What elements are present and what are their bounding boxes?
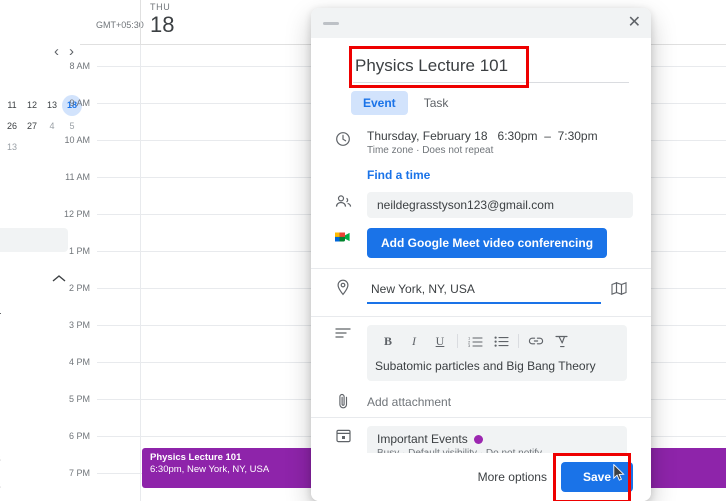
hour-label: 5 PM [68, 394, 90, 404]
description-toolbar: B I U 123 [375, 331, 619, 351]
more-options-button[interactable]: More options [478, 470, 547, 484]
clock-icon [333, 129, 353, 147]
italic-icon[interactable]: I [401, 331, 427, 351]
save-button-wrap: Save [552, 453, 633, 501]
header-vertical-divider [140, 0, 141, 44]
description-content: B I U 123 Subatomic particles and Big Ba… [353, 325, 633, 381]
description-editor[interactable]: B I U 123 Subatomic particles and Big Ba… [367, 325, 627, 381]
event-title-input[interactable] [353, 52, 629, 83]
underline-icon[interactable]: U [427, 331, 453, 351]
day-column-header: THU 18 [150, 2, 270, 38]
event-date[interactable]: Thursday, February 18 [367, 129, 488, 143]
attachment-row: Add attachment [311, 391, 651, 409]
calendar-color-dot[interactable] [473, 434, 483, 444]
bold-icon[interactable]: B [375, 331, 401, 351]
hour-label: 9 AM [69, 98, 90, 108]
section-divider-3 [311, 417, 651, 418]
when-row: Thursday, February 18 6:30pm – 7:30pm Ti… [311, 129, 651, 156]
attachment-content: Add attachment [353, 391, 633, 409]
numbered-list-icon[interactable]: 123 [462, 331, 488, 351]
map-icon[interactable] [611, 277, 633, 296]
hour-label: 4 PM [68, 357, 90, 367]
svg-text:3: 3 [468, 343, 471, 347]
hour-label: 2 PM [68, 283, 90, 293]
add-google-meet-button[interactable]: Add Google Meet video conferencing [367, 228, 608, 258]
when-content: Thursday, February 18 6:30pm – 7:30pm Ti… [353, 129, 633, 156]
event-start-time[interactable]: 6:30pm [498, 129, 538, 143]
dialog-footer: More options Save [311, 453, 651, 501]
dialog-body: Event Task Thursday, February 18 6:30pm … [311, 46, 651, 465]
location-pin-icon [333, 277, 353, 296]
hour-label: 8 AM [69, 61, 90, 71]
find-a-time-link[interactable]: Find a time [367, 168, 651, 182]
location-input[interactable] [367, 277, 601, 304]
people-icon [333, 192, 353, 209]
hour-label: 7 PM [68, 468, 90, 478]
hour-label: 11 AM [65, 172, 90, 182]
meet-content: Add Google Meet video conferencing [353, 228, 633, 258]
title-field-wrap [349, 46, 629, 88]
event-type-tabs: Event Task [351, 91, 651, 115]
paperclip-icon [333, 391, 353, 409]
meet-row: Add Google Meet video conferencing [311, 228, 651, 258]
dialog-header[interactable]: ✕ [311, 8, 651, 38]
when-main-line: Thursday, February 18 6:30pm – 7:30pm [367, 129, 633, 143]
description-lines-icon [333, 325, 353, 339]
calendar-icon [333, 426, 353, 443]
link-icon[interactable] [523, 331, 549, 351]
calendar-name-line: Important Events [377, 432, 617, 446]
tab-event[interactable]: Event [351, 91, 408, 115]
description-row: B I U 123 Subatomic particles and Big Ba… [311, 325, 651, 381]
save-button[interactable]: Save [560, 462, 633, 492]
clear-format-icon[interactable] [549, 331, 575, 351]
toolbar-divider-1 [457, 334, 458, 348]
guests-input[interactable]: neildegrasstyson123@gmail.com [367, 192, 633, 218]
bulleted-list-icon[interactable] [488, 331, 514, 351]
section-divider-2 [311, 316, 651, 317]
add-attachment-button[interactable]: Add attachment [367, 391, 633, 409]
event-dialog: ✕ Event Task Thursday, February 18 6:30p… [311, 8, 651, 501]
toolbar-divider-2 [518, 334, 519, 348]
tab-task[interactable]: Task [412, 91, 461, 115]
timezone-label: GMT+05:30 [96, 20, 144, 30]
section-divider-1 [311, 268, 651, 269]
day-number-label[interactable]: 18 [150, 12, 270, 38]
time-range-separator: – [544, 129, 551, 143]
time-column-separator [140, 45, 141, 501]
location-row [311, 277, 651, 304]
day-of-week-label: THU [150, 2, 171, 12]
hour-label: 10 AM [64, 135, 90, 145]
event-end-time[interactable]: 7:30pm [558, 129, 598, 143]
location-content [353, 277, 611, 304]
calendar-name[interactable]: Important Events [377, 432, 468, 446]
hour-label: 6 PM [68, 431, 90, 441]
when-sub-line[interactable]: Time zone · Does not repeat [367, 145, 633, 156]
hour-label: 1 PM [68, 246, 90, 256]
description-text[interactable]: Subatomic particles and Big Bang Theory [375, 359, 619, 373]
google-meet-icon [333, 228, 353, 244]
guests-row: neildegrasstyson123@gmail.com [311, 192, 651, 218]
drag-handle-icon[interactable] [323, 21, 339, 25]
hour-label: 12 PM [63, 209, 90, 219]
hour-label: 3 PM [68, 320, 90, 330]
close-icon[interactable]: ✕ [628, 15, 641, 31]
guests-content: neildegrasstyson123@gmail.com [353, 192, 633, 218]
